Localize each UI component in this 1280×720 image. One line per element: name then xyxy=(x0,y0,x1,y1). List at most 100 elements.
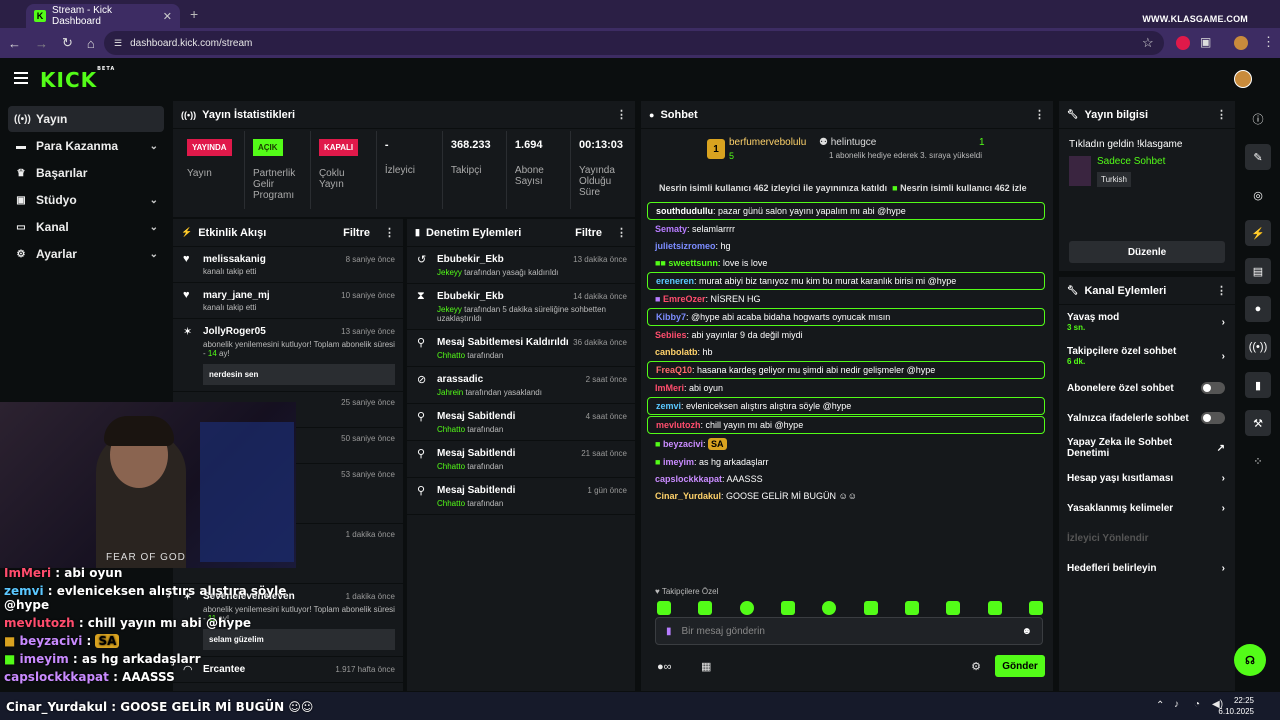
chat-message[interactable]: FreaQ10: hasana kardeş geliyor mu şimdi … xyxy=(647,361,1045,379)
mic-icon[interactable]: ♪ xyxy=(1174,699,1179,710)
mod-actor[interactable]: Chhatto xyxy=(437,462,465,471)
chat-user[interactable]: Sematy xyxy=(655,224,687,234)
support-button[interactable]: ☊ xyxy=(1234,644,1266,676)
chat-user[interactable]: FreaQ10 xyxy=(656,365,692,375)
category-name[interactable]: Sadece Sohbet xyxy=(1097,156,1165,167)
chat-user[interactable]: EmreOzer xyxy=(663,294,706,304)
emoji-picker-icon[interactable]: ☻ xyxy=(1021,626,1032,637)
filter-button[interactable]: Filtre xyxy=(575,227,602,239)
chat-user[interactable]: imeyim xyxy=(663,457,694,467)
send-button[interactable]: Gönder xyxy=(995,655,1045,677)
goals-item[interactable]: Hedefleri belirleyin › xyxy=(1059,553,1235,583)
emote-icon[interactable] xyxy=(698,601,713,615)
back-icon[interactable]: ← xyxy=(8,36,21,51)
chat-message[interactable]: zemvi: evleniceksen alıştırs alıştıra sö… xyxy=(647,397,1045,415)
lightning-icon[interactable]: ⚡ xyxy=(1245,220,1271,246)
sidebar-item-ayarlar[interactable]: ⚙ Ayarlar ⌄ xyxy=(8,241,164,267)
chat-message[interactable]: capslockkkapat: AAASSS xyxy=(647,471,1045,487)
wifi-icon[interactable]: ◔ xyxy=(1194,699,1200,710)
chat-message[interactable]: julietsizromeo: hg xyxy=(647,238,1045,254)
chat-message[interactable]: Sematy: selamlarrrr xyxy=(647,221,1045,237)
info-icon[interactable]: ⓘ xyxy=(1245,106,1271,132)
edit-button[interactable]: Düzenle xyxy=(1069,241,1225,263)
profile-avatar[interactable] xyxy=(1234,36,1248,50)
chat-message[interactable]: Cinar_Yurdakul: GOOSE GELİR Mİ BUGÜN ☺☺ xyxy=(647,488,1045,504)
emote-icon[interactable] xyxy=(946,601,961,615)
chat-user[interactable]: Sebiies xyxy=(655,330,687,340)
chat-message[interactable]: ImMeri: abi oyun xyxy=(647,380,1045,396)
mod-target[interactable]: Ebubekir_Ekb xyxy=(437,254,573,265)
emote-icon[interactable] xyxy=(904,601,919,615)
chat-message[interactable]: Kibby7: @hype abi acaba bidaha hogwarts … xyxy=(647,308,1045,326)
kick-logo[interactable]: KICKBETA xyxy=(40,66,115,92)
sidebar-item-yayin[interactable]: ((•)) Yayın xyxy=(8,106,164,132)
mod-actor[interactable]: Jahrein xyxy=(437,388,463,397)
chat-message[interactable]: canbolatb: hb xyxy=(647,344,1045,360)
chat-user[interactable]: sweettsunn xyxy=(668,258,718,268)
new-tab-icon[interactable]: + xyxy=(190,6,198,22)
emote-icon[interactable] xyxy=(987,601,1002,615)
chat-message[interactable]: ereneren: murat abiyi biz tanıyoz mu kim… xyxy=(647,272,1045,290)
user-avatar[interactable] xyxy=(1234,70,1252,88)
mod-actor[interactable]: Jekeyy xyxy=(437,305,462,314)
more-icon[interactable]: ⋮ xyxy=(616,226,627,239)
mod-target[interactable]: Ebubekir_Ekb xyxy=(437,291,573,302)
chat-input[interactable]: ▮ Bir mesaj gönderin ☻ xyxy=(655,617,1043,645)
chat-user[interactable]: capslockkkapat xyxy=(655,474,722,484)
wrench-icon[interactable]: ⚒ xyxy=(1245,410,1271,436)
forward-icon[interactable]: → xyxy=(35,36,48,51)
mod-actor[interactable]: Chhatto xyxy=(437,425,465,434)
chat-user[interactable]: julietsizromeo xyxy=(655,241,716,251)
home-icon[interactable]: ⌂ xyxy=(87,36,95,51)
emote-icon[interactable] xyxy=(822,601,837,615)
address-bar[interactable]: ☰ dashboard.kick.com/stream xyxy=(104,31,1164,55)
target-icon[interactable]: ◎ xyxy=(1245,182,1271,208)
chat-message[interactable]: ■■ sweettsunn: love is love xyxy=(647,255,1045,271)
shield-icon[interactable]: ▮ xyxy=(1245,372,1271,398)
mod-target[interactable]: Mesaj Sabitlendi xyxy=(437,485,587,496)
account-age-item[interactable]: Hesap yaşı kısıtlaması › xyxy=(1059,463,1235,493)
pencil-icon[interactable]: ✎ xyxy=(1245,144,1271,170)
sidebar-item-kanal[interactable]: ▭ Kanal ⌄ xyxy=(8,214,164,240)
site-info-icon[interactable]: ☰ xyxy=(114,38,122,49)
mod-actor[interactable]: Chhatto xyxy=(437,499,465,508)
chat-message[interactable]: ■ EmreOzer: NİSREN HG xyxy=(647,291,1045,307)
sidebar-item-studyo[interactable]: ▣ Stüdyo ⌄ xyxy=(8,187,164,213)
event-user[interactable]: JollyRoger05 xyxy=(203,326,341,337)
category-thumbnail[interactable] xyxy=(1069,156,1091,186)
browser-menu-icon[interactable]: ⋮ xyxy=(1262,34,1275,50)
emote-icon[interactable] xyxy=(739,601,754,615)
mod-target[interactable]: Mesaj Sabitlemesi Kaldırıldı xyxy=(437,337,573,348)
emote-icon[interactable] xyxy=(1028,601,1043,615)
top-gifter-name[interactable]: berfumervebolulu xyxy=(729,137,806,148)
up-arrow-icon[interactable]: ⌃ xyxy=(1156,700,1164,711)
more-icon[interactable]: ⋮ xyxy=(384,226,395,239)
more-icon[interactable]: ⋮ xyxy=(616,108,627,121)
extension-icon[interactable] xyxy=(1176,36,1190,50)
settings-gear-icon[interactable]: ⚙ xyxy=(971,660,981,673)
emote-icon[interactable] xyxy=(657,601,671,615)
mod-target[interactable]: arassadic xyxy=(437,374,586,385)
mod-actor[interactable]: Chhatto xyxy=(437,351,465,360)
mod-target[interactable]: Mesaj Sabitlendi xyxy=(437,448,581,459)
chat-message[interactable]: ■ beyzacivi: SA xyxy=(647,435,1045,453)
slow-mode-item[interactable]: Yavaş mod 3 sn. › xyxy=(1059,305,1235,339)
sidebar-item-para-kazanma[interactable]: ▬ Para Kazanma ⌄ xyxy=(8,133,164,159)
mod-target[interactable]: Mesaj Sabitlendi xyxy=(437,411,586,422)
chat-message[interactable]: southdudullu: pazar günü salon yayını ya… xyxy=(647,202,1045,220)
gift-user[interactable]: ⚉ helintugce xyxy=(819,137,876,148)
chat-message[interactable]: mevlutozh: chill yayın mı abi @hype xyxy=(647,416,1045,434)
apps-icon[interactable]: ⁘ xyxy=(1245,448,1271,474)
chat-user[interactable]: southdudullu xyxy=(656,206,713,216)
chat-tools-icon[interactable]: ●∞ xyxy=(657,661,672,673)
menu-icon[interactable] xyxy=(14,72,28,84)
banned-words-item[interactable]: Yasaklanmış kelimeler › xyxy=(1059,493,1235,523)
chat-message[interactable]: Sebiies: abi yayınlar 9 da değil miydi xyxy=(647,327,1045,343)
chat-user[interactable]: ereneren xyxy=(656,276,694,286)
followers-only-item[interactable]: Takipçilere özel sohbet 6 dk. › xyxy=(1059,339,1235,373)
chat-message[interactable]: ■ imeyim: as hg arkadaşlarr xyxy=(647,454,1045,470)
more-icon[interactable]: ⋮ xyxy=(1034,108,1045,121)
system-clock[interactable]: 22:25 6.10.2025 xyxy=(1218,695,1254,717)
ai-moderation-item[interactable]: Yapay Zeka ile Sohbet Denetimi ↗ xyxy=(1059,433,1235,463)
emote-icon[interactable] xyxy=(780,601,795,615)
